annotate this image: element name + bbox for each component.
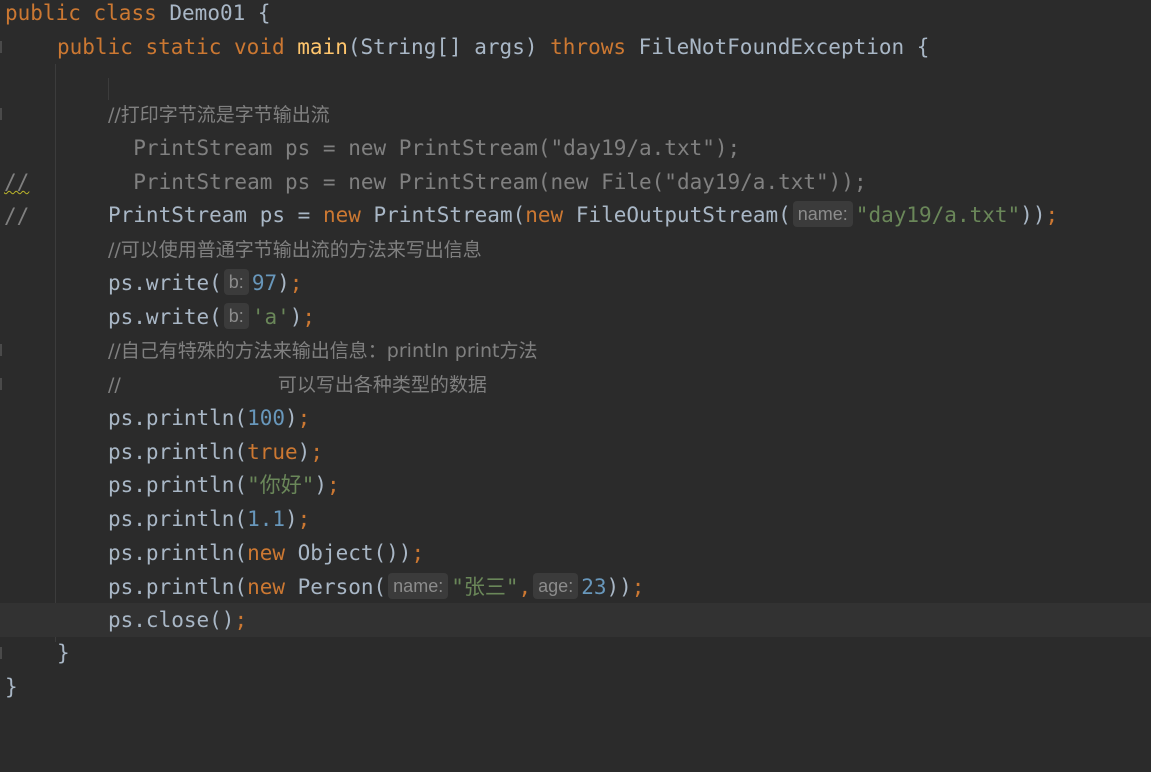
keyword-new: new: [247, 541, 286, 565]
comment-text: //打印字节流是字节输出流: [108, 104, 330, 126]
method-call: ps.println(: [108, 440, 248, 464]
method-call: ps.write(: [108, 305, 222, 329]
code-line-println[interactable]: ps.println(1.1);: [0, 502, 310, 536]
code-line-commented-out[interactable]: // PrintStream ps = new PrintStream(new …: [0, 165, 867, 228]
close-paren: ): [277, 271, 290, 295]
char-literal: 'a': [251, 305, 290, 329]
comment-text: //自己有特殊的方法来输出信息：println print方法: [108, 340, 538, 362]
code-line-commented-out[interactable]: // PrintStream ps = new PrintStream("day…: [0, 131, 740, 194]
code-line-write[interactable]: ps.write(b: 97);: [0, 266, 302, 300]
close-paren: ): [285, 406, 298, 430]
commented-code: PrintStream ps = new PrintStream("day19/…: [108, 136, 741, 160]
method-call: ps.write(: [108, 271, 222, 295]
close-brace: }: [57, 641, 70, 665]
semicolon: ;: [1045, 203, 1059, 227]
number-literal: 23: [581, 575, 607, 599]
number-literal: 100: [247, 406, 286, 430]
code-line-main-method[interactable]: public static void main(String[] args) t…: [0, 30, 929, 64]
close-paren: ): [314, 473, 328, 497]
code-line-comment[interactable]: // 可以写出各种类型的数据: [0, 367, 487, 401]
semicolon: ;: [289, 271, 303, 295]
close-paren: ): [289, 305, 303, 329]
class-name: Demo01: [169, 1, 246, 25]
parameter-hint: age:: [533, 573, 579, 599]
open-brace: {: [257, 1, 271, 25]
method-call: ps.println(: [108, 541, 248, 565]
code-line-close-current[interactable]: ps.close();: [0, 603, 1151, 637]
parameter-hint: b:: [223, 303, 249, 329]
constructor-call: Person(: [285, 575, 387, 599]
close-brace: }: [5, 675, 18, 699]
semicolon: ;: [302, 305, 316, 329]
code-line-println[interactable]: ps.println(100);: [0, 401, 310, 435]
code-line-method-close[interactable]: }: [0, 636, 70, 670]
code-line-comment[interactable]: //自己有特殊的方法来输出信息：println print方法: [0, 333, 537, 367]
code-line-println[interactable]: ps.println("你好");: [0, 468, 340, 502]
comment-text: // 可以写出各种类型的数据: [108, 374, 487, 396]
parameter-hint: name:: [792, 201, 853, 227]
semicolon: ;: [310, 440, 323, 464]
constructor-call: Object()): [285, 541, 412, 565]
code-line-write[interactable]: ps.write(b:'a');: [0, 300, 315, 334]
number-literal: 97: [251, 271, 278, 295]
string-literal: "day19/a.txt": [855, 203, 1021, 227]
close-paren: ): [297, 440, 311, 464]
keyword-new: new: [525, 203, 564, 227]
keyword-new: new: [322, 203, 361, 227]
method-call: ps.println(: [108, 406, 248, 430]
close-paren: )): [606, 575, 632, 599]
semicolon: ;: [411, 541, 425, 565]
semicolon: ;: [234, 608, 248, 632]
code-line-printstream-declaration[interactable]: PrintStream ps = new PrintStream(new Fil…: [0, 198, 1058, 232]
keyword-public: public: [5, 1, 81, 25]
semicolon: ;: [327, 473, 340, 497]
method-call: ps.close(): [108, 608, 235, 632]
method-params: (String[] args): [347, 35, 551, 59]
semicolon: ;: [297, 507, 311, 531]
semicolon: ;: [631, 575, 645, 599]
method-call: ps.println(: [108, 507, 248, 531]
code-line-class-declaration[interactable]: public class Demo01 {: [0, 0, 271, 30]
semicolon: ;: [297, 406, 311, 430]
method-name: main: [297, 35, 348, 59]
keyword-public: public: [57, 35, 133, 59]
declaration: PrintStream ps =: [108, 203, 323, 227]
code-line-println[interactable]: ps.println(true);: [0, 435, 323, 469]
code-editor[interactable]: public class Demo01 { public static void…: [0, 0, 1151, 699]
code-line-comment[interactable]: //可以使用普通字节输出流的方法来写出信息: [0, 232, 482, 266]
indent-guide: [55, 64, 56, 642]
close-paren: ): [285, 507, 298, 531]
boolean-literal: true: [247, 440, 298, 464]
keyword-void: void: [234, 35, 285, 59]
keyword-throws: throws: [550, 35, 626, 59]
method-call: ps.println(: [108, 473, 248, 497]
comma: ,: [518, 575, 532, 599]
code-line-println[interactable]: ps.println(new Object());: [0, 536, 424, 570]
exception-type: FileNotFoundException {: [638, 35, 930, 59]
constructor-call: FileOutputStream(: [563, 203, 791, 227]
code-line-println[interactable]: ps.println(new Person(name: "张三", age: 23))…: [0, 570, 644, 604]
keyword-new: new: [247, 575, 286, 599]
code-line-class-close[interactable]: }: [0, 670, 51, 704]
number-literal: 1.1: [247, 507, 286, 531]
keyword-class: class: [93, 1, 157, 25]
comment-text: //可以使用普通字节输出流的方法来写出信息: [108, 239, 482, 261]
method-call: ps.println(: [108, 575, 248, 599]
close-paren: )): [1020, 203, 1046, 227]
constructor-call: PrintStream(: [360, 203, 526, 227]
parameter-hint: name:: [388, 573, 449, 599]
string-literal: "张三": [451, 575, 519, 599]
parameter-hint: b:: [223, 269, 249, 295]
keyword-static: static: [145, 35, 222, 59]
string-literal: "你好": [247, 473, 315, 497]
code-line-comment[interactable]: //打印字节流是字节输出流: [0, 97, 330, 131]
commented-code: PrintStream ps = new PrintStream(new Fil…: [108, 170, 867, 194]
